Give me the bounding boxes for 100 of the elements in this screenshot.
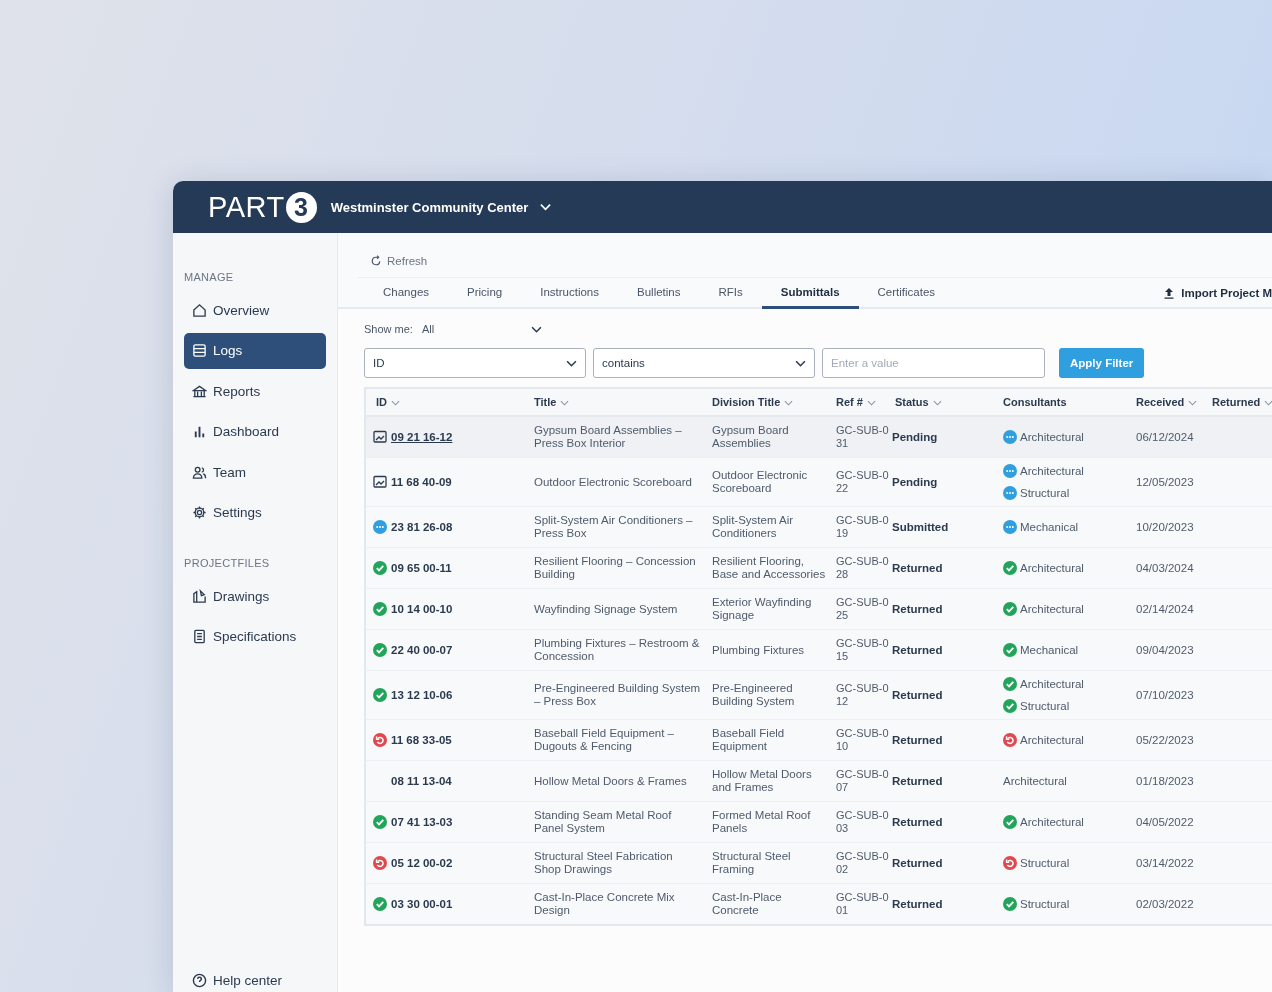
column-header[interactable]: ID [365,388,529,416]
sidebar-item[interactable]: Team [184,454,326,490]
refresh-button[interactable]: Refresh [358,249,440,273]
pending-icon [1003,430,1017,444]
sidebar-item[interactable]: Logs [184,332,326,369]
building-icon [192,383,207,399]
table-cell: Formed Metal Roof Panels [707,801,831,843]
consultant-name: Architectural [1020,602,1084,616]
home-icon [192,302,207,318]
help-icon [192,972,207,988]
consultant-name: Mechanical [1020,643,1079,657]
table-cell: Outdoor Electronic Scoreboard [707,457,831,507]
table-cell: GC-SUB-002 [831,842,890,884]
upload-icon [1163,286,1176,299]
table-cell: 10/20/2023 [1131,506,1207,548]
check-icon [1003,561,1017,575]
submittal-id-link[interactable]: 11 68 40-09 [391,475,452,489]
undo-icon [373,856,387,870]
table-cell: Baseball Field Equipment [707,719,831,761]
drawing-icon [192,588,207,604]
column-header[interactable]: Status [890,388,998,416]
check-icon [1003,897,1017,911]
table-cell: 12/05/2023 [1131,457,1207,507]
table-cell: GC-SUB-022 [831,457,890,507]
table-cell: Hollow Metal Doors & Frames [529,760,707,802]
table-cell: 02/03/2022 [1131,883,1207,925]
submittal-id-link[interactable]: 13 12 10-06 [391,688,453,702]
check-icon [373,815,387,829]
table-cell: GC-SUB-028 [831,547,890,589]
table-cell: 07/10/2023 [1131,670,1207,720]
undo-icon [1003,856,1017,870]
sidebar-item[interactable]: Drawings [184,578,326,614]
operator-dropdown[interactable]: contains [593,348,815,378]
table-cell: 04/03/2024 [1131,547,1207,589]
field-dropdown[interactable]: ID [364,348,586,378]
check-icon [373,643,387,657]
image-icon [373,430,387,444]
column-header[interactable]: Consultants [998,388,1131,416]
table-cell: 09/04/2023 [1131,629,1207,671]
submittal-id-link[interactable]: 09 65 00-11 [391,561,452,575]
column-header[interactable]: Returned [1207,388,1272,416]
logo: PART 3 [208,190,317,224]
table-cell: 06/12/2024 [1131,416,1207,458]
chevron-down-icon [795,359,806,367]
sidebar-item[interactable]: Overview [184,292,326,328]
undo-icon [373,733,387,747]
sidebar-item[interactable]: Reports [184,373,326,409]
table-cell: GC-SUB-025 [831,588,890,630]
column-header[interactable]: Received [1131,388,1207,416]
table-cell: Gypsum Board Assemblies – Press Box Interior [529,416,707,458]
table-cell: Pre-Engineered Building System – Press Box [529,670,707,720]
table-cell: 01/18/2023 [1131,760,1207,802]
tab[interactable]: Certificates [858,278,955,309]
tab[interactable]: RFIs [699,278,762,309]
table-cell: 04/05/2022 [1131,801,1207,843]
submittal-id-link[interactable]: 05 12 00-02 [391,856,453,870]
table-cell: Structural Steel Framing [707,842,831,884]
import-button[interactable]: Import Project M [1163,278,1272,307]
column-header[interactable]: Title [529,388,707,416]
submittal-id-link[interactable]: 08 11 13-04 [391,774,452,788]
consultant-name: Structural [1020,856,1070,870]
consultant-name: Architectural [1020,815,1084,829]
table-cell: 05/22/2023 [1131,719,1207,761]
sidebar-item[interactable]: Dashboard [184,413,326,450]
consultant-name: Structural [1020,486,1070,500]
project-selector[interactable]: Westminster Community Center [330,195,552,219]
tab[interactable]: Pricing [448,278,522,309]
consultant-name: Architectural [1020,464,1084,478]
sidebar-item[interactable]: Settings [184,494,326,531]
image-icon [373,475,387,489]
submittal-id-link[interactable]: 23 81 26-08 [391,520,453,534]
submittal-id-link[interactable]: 22 40 00-07 [391,643,453,657]
show-me-dropdown[interactable]: All [421,321,542,337]
help-center-link[interactable]: Help center [184,962,326,992]
table-cell: Plumbing Fixtures – Restroom & Concession [529,629,707,671]
tab[interactable]: Bulletins [618,278,700,309]
tab[interactable]: Instructions [521,278,618,309]
table-cell: Split-System Air Conditioners [707,506,831,548]
tab[interactable]: Changes [364,278,449,309]
submittal-id-link[interactable]: 09 21 16-12 [391,430,453,444]
sidebar-item[interactable]: Specifications [184,618,326,655]
submittal-id-link[interactable]: 07 41 13-03 [391,815,453,829]
refresh-icon [370,255,382,267]
table-cell: Outdoor Electronic Scoreboard [529,457,707,507]
status-cell: Returned [890,883,998,925]
table-cell: 03/14/2022 [1131,842,1207,884]
table-cell: Exterior Wayfinding Signage [707,588,831,630]
submittal-id-link[interactable]: 03 30 00-01 [391,897,453,911]
consultant-name: Structural [1020,699,1070,713]
value-input[interactable]: Enter a value [822,348,1045,378]
submittal-id-link[interactable]: 11 68 33-05 [391,733,452,747]
table-cell: Baseball Field Equipment – Dugouts & Fencing [529,719,707,761]
status-cell: Returned [890,719,998,761]
submittal-id-link[interactable]: 10 14 00-10 [391,602,453,616]
bar-chart-icon [192,424,207,439]
table-cell: Split-System Air Conditioners – Press Box [529,506,707,548]
column-header[interactable]: Ref # [831,388,890,416]
column-header[interactable]: Division Title [707,388,831,416]
check-icon [1003,643,1017,657]
check-icon [373,688,387,702]
